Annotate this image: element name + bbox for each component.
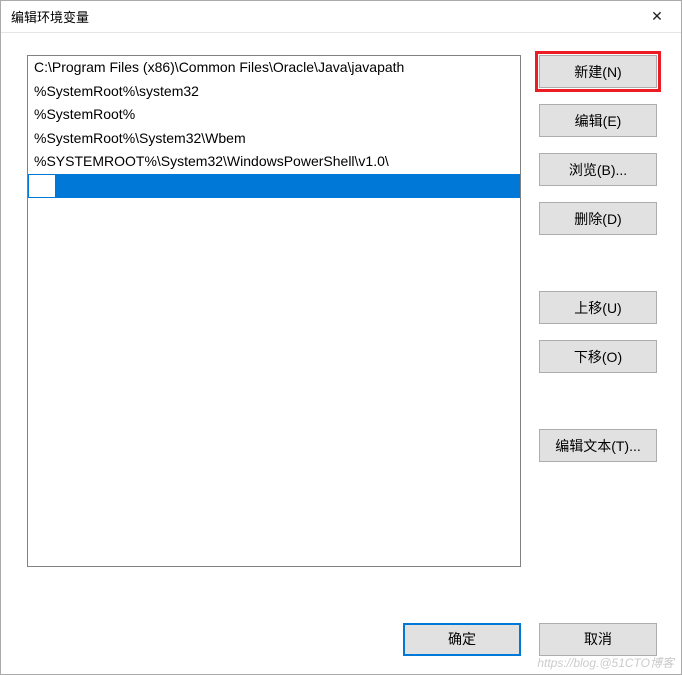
path-edit-input[interactable] bbox=[28, 174, 56, 198]
move-up-button[interactable]: 上移(U) bbox=[539, 291, 657, 324]
new-button[interactable]: 新建(N) bbox=[539, 55, 657, 88]
edit-text-button[interactable]: 编辑文本(T)... bbox=[539, 429, 657, 462]
move-down-button[interactable]: 下移(O) bbox=[539, 340, 657, 373]
edit-button[interactable]: 编辑(E) bbox=[539, 104, 657, 137]
delete-button[interactable]: 删除(D) bbox=[539, 202, 657, 235]
edit-environment-variable-dialog: 编辑环境变量 ✕ C:\Program Files (x86)\Common F… bbox=[0, 0, 682, 675]
list-item[interactable]: %SYSTEMROOT%\System32\WindowsPowerShell\… bbox=[28, 150, 520, 174]
dialog-footer: 确定 取消 bbox=[1, 604, 681, 674]
spacer bbox=[539, 251, 657, 291]
side-button-column: 新建(N) 编辑(E) 浏览(B)... 删除(D) 上移(U) 下移(O) 编… bbox=[539, 55, 657, 604]
dialog-content: C:\Program Files (x86)\Common Files\Orac… bbox=[1, 33, 681, 604]
list-item[interactable]: C:\Program Files (x86)\Common Files\Orac… bbox=[28, 56, 520, 80]
path-listbox[interactable]: C:\Program Files (x86)\Common Files\Orac… bbox=[27, 55, 521, 567]
spacer bbox=[539, 389, 657, 429]
selection-highlight bbox=[56, 174, 520, 198]
titlebar: 编辑环境变量 ✕ bbox=[1, 1, 681, 33]
cancel-button[interactable]: 取消 bbox=[539, 623, 657, 656]
list-item-editing[interactable] bbox=[28, 174, 520, 198]
browse-button[interactable]: 浏览(B)... bbox=[539, 153, 657, 186]
list-item[interactable]: %SystemRoot%\System32\Wbem bbox=[28, 127, 520, 151]
close-icon[interactable]: ✕ bbox=[637, 3, 677, 31]
ok-button[interactable]: 确定 bbox=[403, 623, 521, 656]
dialog-title: 编辑环境变量 bbox=[11, 7, 637, 26]
list-item[interactable]: %SystemRoot% bbox=[28, 103, 520, 127]
list-item[interactable]: %SystemRoot%\system32 bbox=[28, 80, 520, 104]
